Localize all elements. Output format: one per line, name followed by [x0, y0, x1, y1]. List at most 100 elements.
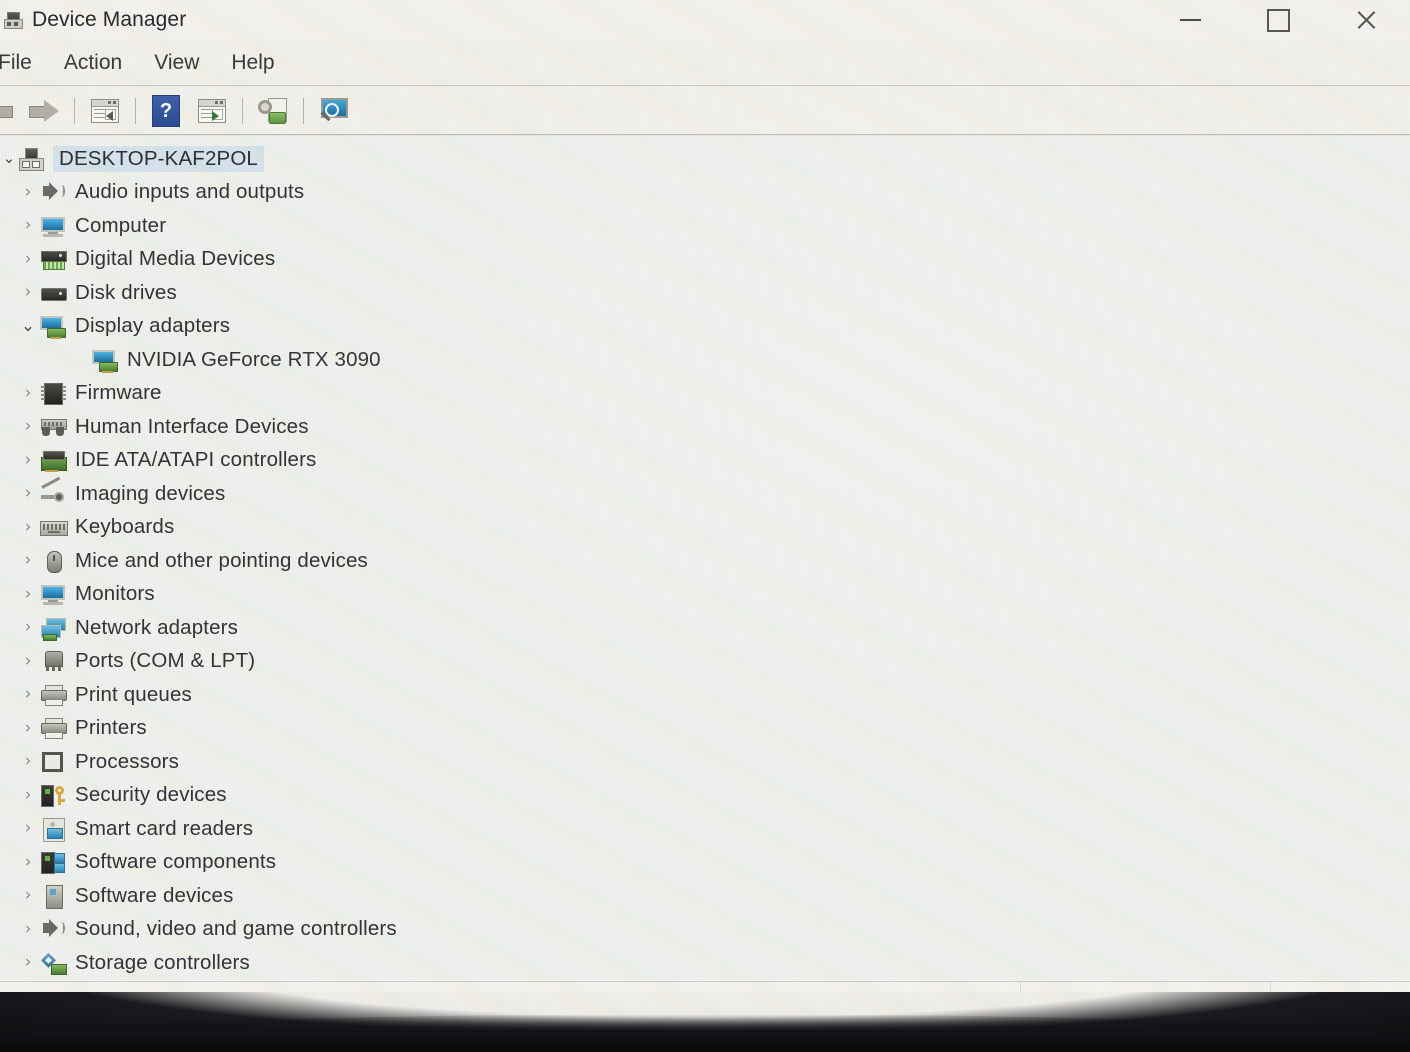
tree-item-mice-and-other-pointing-devices[interactable]: › Mice and other pointing devices: [0, 544, 1410, 578]
chevron-right-icon[interactable]: ›: [16, 217, 40, 234]
menu-view[interactable]: View: [138, 51, 215, 75]
maximize-icon: [1266, 8, 1290, 32]
tree-item-storage-controllers[interactable]: › Storage controllers: [0, 946, 1410, 980]
tree-item-label: Imaging devices: [75, 481, 226, 505]
scan-monitor-icon: [319, 98, 349, 124]
menu-action[interactable]: Action: [48, 51, 138, 75]
chevron-down-icon[interactable]: ⌄: [16, 317, 40, 335]
chevron-right-icon[interactable]: ›: [16, 887, 40, 904]
show-hide-console-tree-button[interactable]: [85, 91, 125, 131]
ide-controller-icon: [40, 449, 67, 473]
tree-item-software-devices[interactable]: › Software devices: [0, 879, 1410, 913]
tree-item-print-queues[interactable]: › Print queues: [0, 678, 1410, 712]
tree-item-display-adapters[interactable]: ⌄ Display adapters: [0, 310, 1410, 344]
scan-hardware-changes-button[interactable]: [314, 91, 354, 131]
update-driver-button[interactable]: [253, 91, 293, 131]
chevron-right-icon[interactable]: ›: [16, 384, 40, 402]
tree-item-audio-inputs-and-outputs[interactable]: › Audio inputs and outputs: [0, 176, 1410, 210]
device-manager-icon: [4, 11, 23, 29]
toolbar-separator: [74, 98, 75, 124]
chevron-right-icon[interactable]: ›: [16, 820, 40, 837]
chevron-down-icon[interactable]: ⌄: [0, 151, 18, 166]
storage-controller-icon: [40, 952, 67, 975]
minimize-icon: [1179, 19, 1201, 21]
chevron-right-icon[interactable]: ›: [16, 954, 40, 971]
chevron-right-icon[interactable]: ›: [16, 853, 40, 871]
menu-help[interactable]: Help: [215, 51, 290, 75]
imaging-device-icon: [40, 476, 66, 505]
chevron-right-icon[interactable]: ›: [16, 652, 40, 670]
chevron-right-icon[interactable]: ›: [16, 485, 40, 502]
properties-button[interactable]: [192, 91, 232, 131]
chevron-right-icon[interactable]: ›: [16, 250, 40, 268]
tree-item-security-devices[interactable]: › Security devices: [0, 779, 1410, 813]
device-manager-window: Device Manager File Action View Help ? ⌄…: [0, 0, 1410, 1014]
tree-item-ide-ata-atapi-controllers[interactable]: › IDE ATA/ATAPI controllers: [0, 444, 1410, 478]
tree-item-software-components[interactable]: › Software components: [0, 846, 1410, 880]
chevron-right-icon[interactable]: ›: [16, 686, 40, 703]
tree-item-smart-card-readers[interactable]: › Smart card readers: [0, 812, 1410, 846]
chevron-right-icon[interactable]: ›: [16, 753, 40, 770]
back-button[interactable]: [0, 91, 18, 131]
tree-item-label: Keyboards: [75, 515, 175, 539]
tree-item-label: Digital Media Devices: [75, 247, 276, 271]
tree-item-nvidia-geforce-rtx-3090[interactable]: NVIDIA GeForce RTX 3090: [0, 343, 1410, 377]
chevron-right-icon[interactable]: ›: [16, 719, 40, 737]
tree-item-label: Mice and other pointing devices: [75, 548, 368, 572]
tree-item-human-interface-devices[interactable]: › Human Interface Devices: [0, 410, 1410, 444]
toolbar-separator: [303, 98, 304, 124]
firmware-chip-icon: [40, 382, 66, 406]
console-tree-icon: [91, 99, 119, 123]
chevron-right-icon[interactable]: ›: [16, 552, 40, 569]
device-tree[interactable]: ⌄ DESKTOP-KAF2POL › Audio inputs and out…: [0, 136, 1410, 998]
tree-item-label: IDE ATA/ATAPI controllers: [75, 448, 317, 472]
display-adapter-icon: [40, 315, 66, 340]
tree-item-root[interactable]: ⌄ DESKTOP-KAF2POL: [0, 142, 1410, 176]
chevron-right-icon[interactable]: ›: [16, 585, 40, 603]
keyboard-icon: [40, 516, 68, 538]
tree-item-printers[interactable]: › Printers: [0, 712, 1410, 746]
tree-item-keyboards[interactable]: › Keyboards: [0, 511, 1410, 545]
tree-item-label: DESKTOP-KAF2POL: [59, 146, 258, 170]
tree-item-disk-drives[interactable]: › Disk drives: [0, 276, 1410, 310]
software-component-icon: [40, 851, 66, 875]
tree-item-computer[interactable]: › Computer: [0, 209, 1410, 243]
tree-item-sound-video-and-game-controllers[interactable]: › Sound, video and game controllers: [0, 913, 1410, 947]
tree-item-label: Processors: [75, 749, 180, 773]
window-controls: [1146, 0, 1410, 40]
chevron-right-icon[interactable]: ›: [16, 619, 40, 636]
tree-item-network-adapters[interactable]: › Network adapters: [0, 611, 1410, 645]
menu-file[interactable]: File: [0, 51, 48, 75]
tree-item-label: Computer: [75, 213, 167, 237]
tree-item-digital-media-devices[interactable]: › Digital Media Devices: [0, 243, 1410, 277]
chevron-right-icon[interactable]: ›: [16, 284, 40, 301]
chevron-right-icon[interactable]: ›: [16, 418, 40, 435]
tree-item-monitors[interactable]: › Monitors: [0, 578, 1410, 612]
tree-item-ports-com-and-lpt[interactable]: › Ports (COM & LPT): [0, 645, 1410, 679]
port-icon: [40, 650, 66, 672]
mouse-icon: [40, 550, 66, 573]
tree-item-label: Security devices: [75, 783, 227, 807]
chevron-right-icon[interactable]: ›: [16, 183, 40, 201]
help-icon: ?: [152, 95, 180, 127]
help-button[interactable]: ?: [146, 91, 186, 131]
tree-item-label: Printers: [75, 716, 147, 740]
maximize-button[interactable]: [1234, 0, 1322, 40]
tree-item-processors[interactable]: › Processors: [0, 745, 1410, 779]
tree-item-label: Display adapters: [75, 314, 231, 338]
tree-item-imaging-devices[interactable]: › Imaging devices: [0, 476, 1410, 511]
chevron-right-icon[interactable]: ›: [16, 451, 40, 469]
tree-item-label: Disk drives: [75, 280, 177, 304]
minimize-button[interactable]: [1146, 0, 1234, 40]
close-icon: [1355, 9, 1377, 31]
chevron-right-icon[interactable]: ›: [16, 786, 40, 804]
chevron-right-icon[interactable]: ›: [16, 920, 40, 938]
chevron-right-icon[interactable]: ›: [16, 518, 40, 536]
close-button[interactable]: [1322, 0, 1410, 40]
forward-button[interactable]: [24, 91, 64, 131]
back-arrow-icon: [0, 101, 13, 121]
computer-node-icon: [18, 147, 44, 171]
tree-item-firmware[interactable]: › Firmware: [0, 377, 1410, 411]
display-adapter-icon: [92, 349, 118, 373]
monitor-icon: [40, 583, 66, 606]
